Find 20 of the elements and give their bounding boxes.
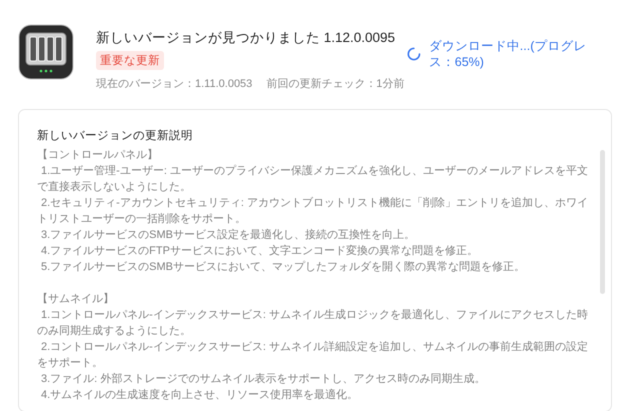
release-note: 5.ファイルサービスのSMBサービスにおいて、マップしたフォルダを開く際の異常な問題を修正。 (40, 260, 526, 275)
download-status: ダウンロード中...(プログレス：65%) (428, 38, 588, 70)
loading-spinner-icon (407, 46, 421, 62)
storage-app-icon (18, 24, 74, 80)
release-note: 1.ユーザー管理-ユーザー: ユーザーのプライバシー保護メカニズムを強化し、ユーザーのメールアドレスを平文で直接表示しないようにした。 (37, 164, 589, 195)
release-note: 3.ファイル: 外部ストレージでのサムネイル表示をサポートし、アクセス時のみ同期生成。 (40, 372, 486, 387)
release-note: 2.コントロールパネル-インデックスサービス: サムネイル詳細設定を追加し、サムネイルの事前生成範囲の設定をサポート。 (37, 340, 589, 371)
update-title: 新しいバージョンが見つかりました 1.12.0.0095 (96, 29, 396, 47)
section-title: 【コントロールパネル】 (37, 148, 159, 163)
current-version: 現在のバージョン：1.11.0.0053 (96, 77, 252, 91)
release-note: 4.ファイルサービスのFTPサービスにおいて、文字エンコード変換の異常な問題を修正。 (40, 244, 479, 259)
scrollbar[interactable] (600, 150, 605, 294)
release-notes-heading: 新しいバージョンの更新説明 (37, 128, 194, 143)
release-note: 1.コントロールパネル-インデックスサービス: サムネイル生成ロジックを最適化し、ファイルにアクセスした時のみ同期生成するようにした。 (37, 308, 589, 339)
important-update-badge: 重要な更新 (96, 51, 164, 70)
section-title: 【サムネイル】 (37, 292, 115, 307)
last-check: 前回の更新チェック：1分前 (266, 76, 404, 91)
release-note: 4.サムネイルの生成速度を向上させ、リソース使用率を最適化。 (40, 388, 360, 403)
release-note: 3.ファイルサービスのSMBサービス設定を最適化し、接続の互換性を向上。 (40, 228, 416, 243)
release-note: 2.セキュリティ-アカウントセキュリティ: アカウントブロットリスト機能に「削除」エントリを追加し、ホワイトリストユーザーの一括削除をサポート。 (37, 196, 589, 227)
